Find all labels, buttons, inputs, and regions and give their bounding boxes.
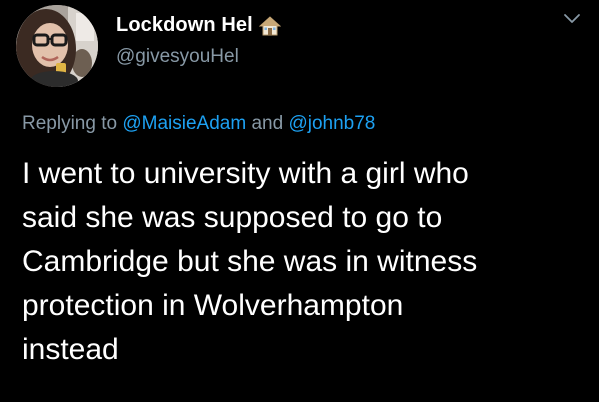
tweet-text-line: I went to university with a girl who — [22, 157, 469, 190]
replying-to-label: Replying to — [22, 113, 118, 134]
name-row: Lockdown Hel — [116, 14, 282, 37]
tweet-text-line: said she was supposed to go to — [22, 201, 443, 234]
display-name[interactable]: Lockdown Hel — [116, 14, 253, 37]
house-icon — [258, 15, 282, 37]
chevron-down-icon[interactable] — [562, 12, 582, 26]
user-handle[interactable]: @givesyouHel — [116, 46, 239, 68]
tweet-card: Lockdown Hel @givesyouHel Replying to @M… — [0, 0, 599, 402]
mention-link[interactable]: @MaisieAdam — [122, 113, 246, 134]
tweet-text: I went to university with a girl who sai… — [22, 152, 582, 372]
avatar[interactable] — [16, 5, 98, 87]
tweet-text-line: instead — [22, 333, 119, 366]
tweet-text-line: protection in Wolverhampton — [22, 289, 404, 322]
replying-to-conjunction: and — [251, 113, 284, 134]
mention-link[interactable]: @johnb78 — [288, 113, 375, 134]
tweet-text-line: Cambridge but she was in witness — [22, 245, 478, 278]
profile-photo-icon — [16, 5, 98, 87]
replying-to-line: Replying to @MaisieAdam and @johnb78 — [22, 113, 375, 135]
